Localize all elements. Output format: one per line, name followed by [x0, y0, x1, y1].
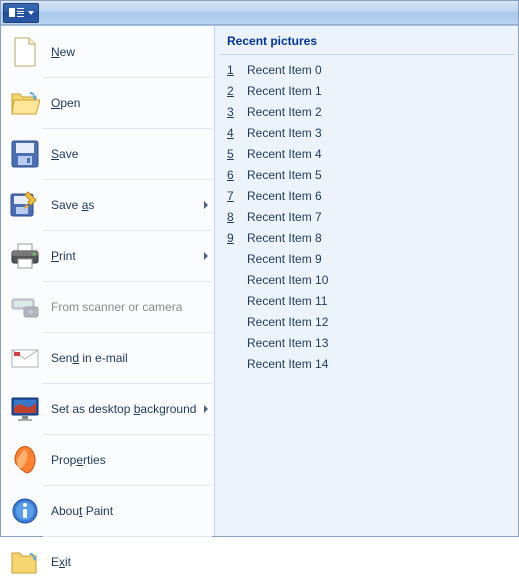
recent-item[interactable]: Recent Item 9 [219, 248, 514, 269]
recent-item-number: 1 [227, 63, 247, 77]
recent-pictures-title: Recent pictures [219, 34, 514, 55]
recent-item-label: Recent Item 14 [247, 357, 328, 371]
recent-item-label: Recent Item 1 [247, 84, 322, 98]
recent-item-number: 4 [227, 126, 247, 140]
menu-label: Send in e-mail [51, 351, 208, 365]
separator [43, 485, 212, 486]
recent-item[interactable]: 6Recent Item 5 [219, 164, 514, 185]
recent-item-number: 5 [227, 147, 247, 161]
email-icon [9, 342, 41, 374]
file-menu-dropdown: New Open Save Save as [1, 25, 518, 536]
menu-item-new[interactable]: New [1, 28, 214, 76]
separator [43, 281, 212, 282]
recent-item-label: Recent Item 2 [247, 105, 322, 119]
recent-item-number: 3 [227, 105, 247, 119]
exit-icon [9, 546, 41, 578]
recent-item-label: Recent Item 6 [247, 189, 322, 203]
submenu-arrow-icon [204, 405, 208, 413]
properties-icon [9, 444, 41, 476]
submenu-arrow-icon [204, 252, 208, 260]
info-icon [9, 495, 41, 527]
recent-item-label: Recent Item 10 [247, 273, 328, 287]
separator [43, 179, 212, 180]
recent-item[interactable]: 1Recent Item 0 [219, 59, 514, 80]
separator [43, 434, 212, 435]
recent-item-number: 9 [227, 231, 247, 245]
submenu-arrow-icon [204, 201, 208, 209]
open-folder-icon [9, 87, 41, 119]
menu-item-save-as[interactable]: Save as [1, 181, 214, 229]
recent-item-label: Recent Item 13 [247, 336, 328, 350]
menu-item-print[interactable]: Print [1, 232, 214, 280]
recent-item-label: Recent Item 5 [247, 168, 322, 182]
desktop-icon [9, 393, 41, 425]
dropdown-arrow-icon [28, 11, 34, 15]
menu-lines-icon [17, 8, 24, 17]
menu-label: Properties [51, 453, 208, 467]
separator [43, 230, 212, 231]
recent-item-label: Recent Item 3 [247, 126, 322, 140]
menu-item-exit[interactable]: Exit [1, 538, 214, 586]
recent-item-label: Recent Item 9 [247, 252, 322, 266]
menu-label: About Paint [51, 504, 208, 518]
save-icon [9, 138, 41, 170]
menu-label: Set as desktop background [51, 402, 204, 416]
menu-label: New [51, 45, 208, 59]
doc-icon [9, 8, 15, 17]
recent-item[interactable]: Recent Item 10 [219, 269, 514, 290]
menu-label: Open [51, 96, 208, 110]
recent-item[interactable]: Recent Item 13 [219, 332, 514, 353]
recent-list: 1Recent Item 02Recent Item 13Recent Item… [219, 59, 514, 374]
recent-item-label: Recent Item 8 [247, 231, 322, 245]
separator [43, 77, 212, 78]
save-as-icon [9, 189, 41, 221]
menu-item-save[interactable]: Save [1, 130, 214, 178]
recent-item[interactable]: Recent Item 12 [219, 311, 514, 332]
menu-item-scanner: From scanner or camera [1, 283, 214, 331]
separator [43, 128, 212, 129]
recent-item-number: 6 [227, 168, 247, 182]
recent-item-number: 8 [227, 210, 247, 224]
recent-item[interactable]: Recent Item 14 [219, 353, 514, 374]
menu-item-about[interactable]: About Paint [1, 487, 214, 535]
recent-item[interactable]: 8Recent Item 7 [219, 206, 514, 227]
recent-item-number: 2 [227, 84, 247, 98]
recent-item[interactable]: 5Recent Item 4 [219, 143, 514, 164]
recent-item[interactable]: 7Recent Item 6 [219, 185, 514, 206]
title-bar [1, 1, 518, 25]
menu-label: Save [51, 147, 208, 161]
scanner-icon [9, 291, 41, 323]
recent-item-label: Recent Item 12 [247, 315, 328, 329]
recent-item[interactable]: 3Recent Item 2 [219, 101, 514, 122]
menu-label: Save as [51, 198, 204, 212]
recent-item[interactable]: 2Recent Item 1 [219, 80, 514, 101]
menu-item-properties[interactable]: Properties [1, 436, 214, 484]
menu-left-pane: New Open Save Save as [1, 26, 215, 536]
recent-item-label: Recent Item 4 [247, 147, 322, 161]
menu-label: Print [51, 249, 204, 263]
app-menu-button[interactable] [3, 3, 39, 23]
menu-label: From scanner or camera [51, 300, 208, 314]
menu-item-open[interactable]: Open [1, 79, 214, 127]
recent-item-label: Recent Item 0 [247, 63, 322, 77]
menu-item-email[interactable]: Send in e-mail [1, 334, 214, 382]
print-icon [9, 240, 41, 272]
separator [43, 383, 212, 384]
recent-item[interactable]: 4Recent Item 3 [219, 122, 514, 143]
new-file-icon [9, 36, 41, 68]
menu-item-wallpaper[interactable]: Set as desktop background [1, 385, 214, 433]
recent-item-label: Recent Item 11 [247, 294, 327, 308]
menu-label: Exit [51, 555, 208, 569]
recent-item[interactable]: Recent Item 11 [219, 290, 514, 311]
recent-pane: Recent pictures 1Recent Item 02Recent It… [215, 26, 518, 536]
recent-item-label: Recent Item 7 [247, 210, 322, 224]
recent-item[interactable]: 9Recent Item 8 [219, 227, 514, 248]
separator [43, 332, 212, 333]
recent-item-number: 7 [227, 189, 247, 203]
